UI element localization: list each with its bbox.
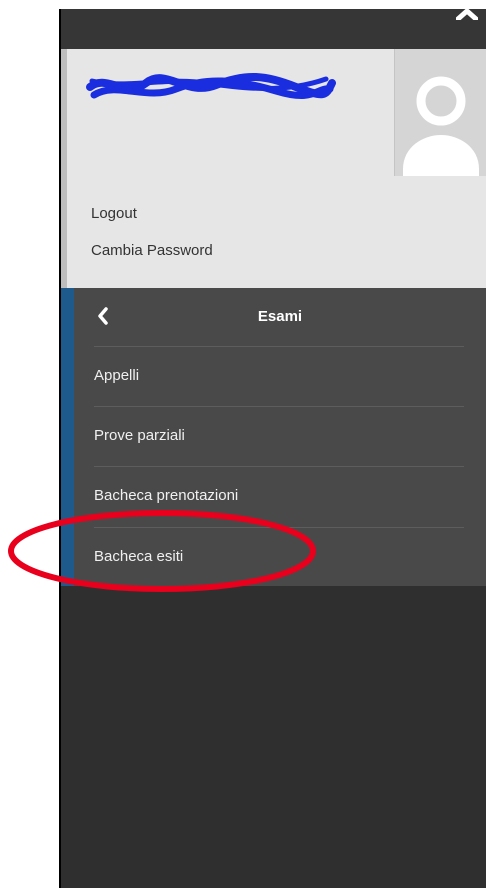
menu-item-bacheca-prenotazioni[interactable]: Bacheca prenotazioni xyxy=(74,466,486,526)
menu-header: Esami xyxy=(74,288,486,346)
menu-item-label: Prove parziali xyxy=(94,427,185,444)
menu-item-appelli[interactable]: Appelli xyxy=(74,346,486,406)
menu-item-label: Bacheca prenotazioni xyxy=(94,487,239,504)
logout-link[interactable]: Logout xyxy=(91,205,137,222)
redacted-username xyxy=(86,73,336,99)
user-card: Logout Cambia Password xyxy=(61,49,486,288)
chevron-up-icon[interactable] xyxy=(456,9,478,20)
avatar xyxy=(394,49,486,176)
user-card-accent xyxy=(61,49,67,288)
exams-menu: Esami Appelli Prove parziali Bacheca pre… xyxy=(61,288,486,586)
side-menu-panel: Logout Cambia Password Esami Appelli Pro… xyxy=(61,9,486,888)
chevron-left-icon[interactable] xyxy=(96,306,110,326)
menu-item-prove-parziali[interactable]: Prove parziali xyxy=(74,406,486,466)
menu-item-label: Appelli xyxy=(94,367,140,384)
menu-topbar xyxy=(61,9,486,49)
menu-item-bacheca-esiti[interactable]: Bacheca esiti xyxy=(74,527,486,587)
menu-item-label: Bacheca esiti xyxy=(94,548,184,565)
change-password-link[interactable]: Cambia Password xyxy=(91,242,213,259)
menu-accent-bar xyxy=(61,288,74,586)
user-placeholder-icon xyxy=(403,76,479,176)
menu-title: Esami xyxy=(257,308,303,325)
